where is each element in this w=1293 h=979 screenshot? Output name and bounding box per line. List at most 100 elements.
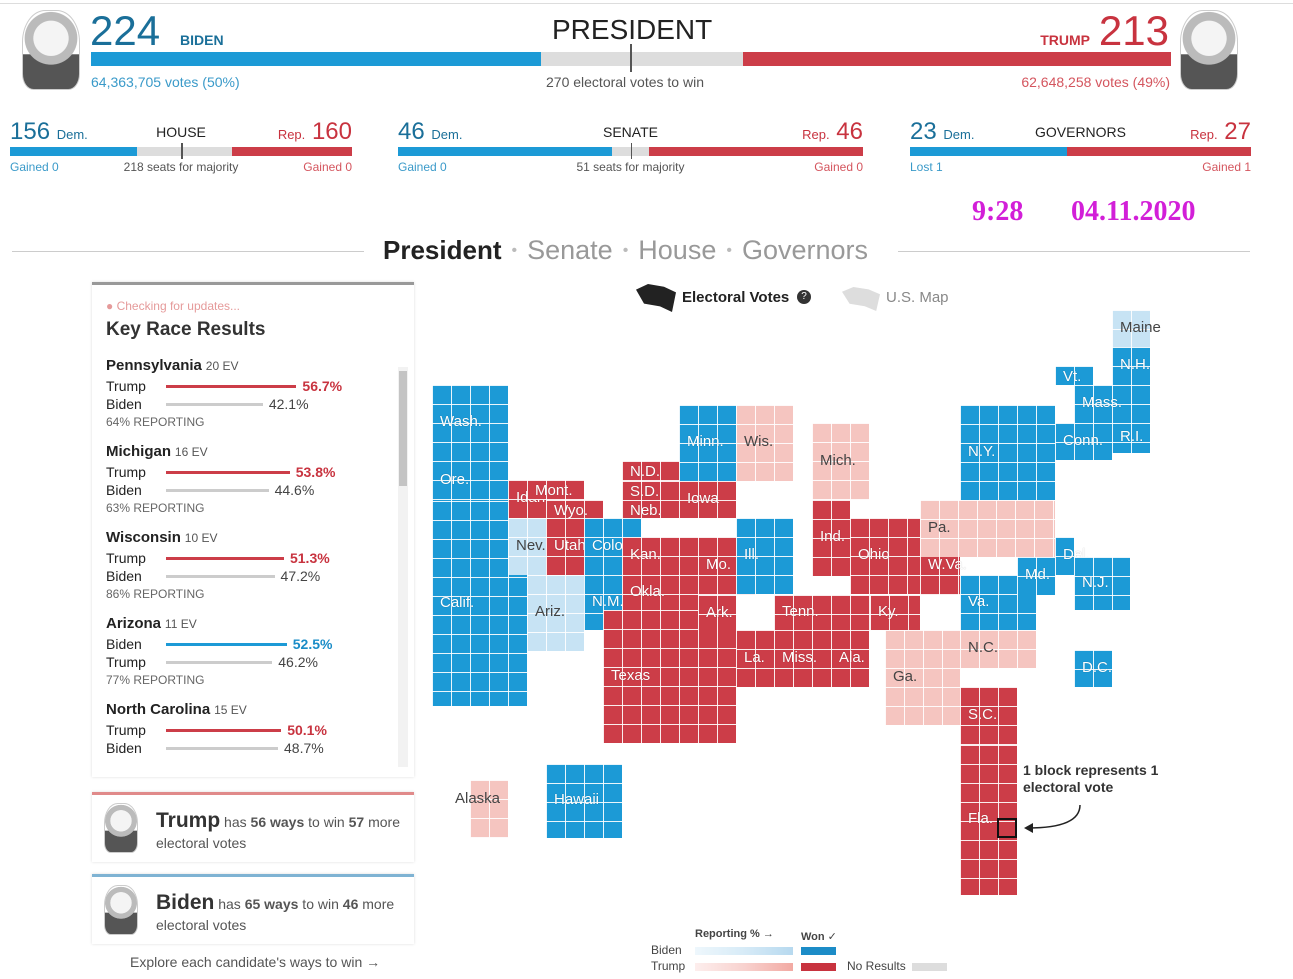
tab-president[interactable]: President (383, 235, 502, 266)
state-label: Tenn. (782, 602, 819, 620)
legend-biden-won (801, 947, 836, 955)
candidate-row: Trump 56.7% (106, 377, 383, 395)
vote-share-bar (166, 574, 275, 578)
legend-biden: Biden (651, 943, 682, 957)
tab-house[interactable]: House (638, 235, 716, 266)
state-label: Alaska (455, 790, 501, 807)
scrollbar-thumb[interactable] (399, 371, 407, 486)
vote-pct: 52.5% (292, 636, 333, 652)
us-map-icon[interactable] (842, 287, 880, 311)
biden-ways-card[interactable]: Biden has 65 ways to win 46 more elector… (92, 874, 414, 944)
text: has (220, 814, 251, 830)
candidate-name: Biden (106, 636, 142, 652)
state-label: Ore. (440, 471, 470, 488)
candidate-name: Biden (106, 396, 142, 412)
race-arizona[interactable]: Arizona 11 EV Biden 52.5% Trump 46.2% 77% REP… (92, 615, 397, 687)
race-list: Pennsylvania 20 EV Trump 56.7% Biden 42.1% 64… (92, 357, 397, 777)
rep-gain: Gained 0 (814, 160, 863, 174)
state-label: S.C. (968, 706, 998, 723)
candidate-row: Biden 52.5% (106, 635, 383, 653)
state-alaska[interactable] (470, 780, 508, 838)
race-tabs: President • Senate • House • Governors (383, 235, 868, 266)
senate-summary: 46 Dem. SENATE Rep. 46 Gained 0 51 seats… (398, 118, 863, 178)
rep-seats: 46 (836, 118, 863, 145)
vote-share-bar (166, 746, 278, 750)
state-label: Minn. (687, 433, 724, 450)
biden-portrait (22, 10, 80, 90)
race-michigan[interactable]: Michigan 16 EV Trump 53.8% Biden 44.6% 63% RE… (92, 443, 397, 515)
legend-trump-reporting (695, 963, 793, 971)
ways-count: 65 ways (244, 896, 299, 912)
panel-title: Key Race Results (106, 319, 266, 340)
candidate-row: Trump 53.8% (106, 463, 383, 481)
race-pennsylvania[interactable]: Pennsylvania 20 EV Trump 56.7% Biden 42.1% 64… (92, 357, 397, 429)
help-icon[interactable]: ? (797, 290, 811, 304)
state-label: Hawaii (554, 791, 600, 808)
vote-pct: 50.1% (287, 722, 327, 738)
candidate-name: Trump (106, 464, 146, 480)
candidate-name: Biden (106, 568, 142, 584)
candidate-row: Trump 50.1% (106, 721, 383, 739)
state-name: Michigan (106, 443, 172, 460)
state-label: Kan. (630, 546, 661, 563)
status-text: Checking for updates... (116, 299, 240, 313)
state-label: Ark. (706, 604, 733, 621)
state-label: Fla. (968, 810, 994, 827)
rep-bar (1066, 147, 1251, 156)
state-label: Nev. (516, 536, 546, 554)
vote-pct: 44.6% (274, 482, 315, 498)
state-label: Wis. (744, 433, 774, 450)
block-note: 1 block represents 1 electoral vote (1023, 762, 1159, 795)
state-label: N.D. (630, 463, 660, 480)
legend-trump: Trump (651, 959, 686, 973)
us-map-toggle[interactable]: U.S. Map (886, 289, 949, 306)
legend-trump-won (801, 963, 836, 971)
vote-pct: 48.7% (284, 740, 324, 756)
state-label: Pa. (928, 518, 951, 536)
state-label: R.I. (1120, 428, 1144, 445)
divider (0, 3, 1293, 4)
rep-count: Rep. 46 (802, 118, 863, 146)
majority-tick (181, 143, 183, 159)
electoral-votes-toggle[interactable]: Electoral Votes (682, 289, 789, 306)
rep-gain: Gained 0 (303, 160, 352, 174)
race-wisconsin[interactable]: Wisconsin 10 EV Trump 51.3% Biden 47.2% 86% R… (92, 529, 397, 601)
state-label: Okla. (630, 582, 666, 600)
state-label: Va. (968, 592, 990, 610)
state-label: Ga. (893, 667, 918, 685)
race-north-carolina[interactable]: North Carolina 15 EV Trump 50.1% Biden 48.7% (92, 701, 397, 757)
state-label: Miss. (782, 648, 817, 666)
state-label: Utah (554, 536, 586, 554)
nav-separator: • (622, 241, 629, 259)
electoral-map-icon[interactable] (636, 284, 676, 312)
president-title: PRESIDENT (552, 14, 713, 45)
candidate-name: Biden (106, 740, 142, 756)
explore-link[interactable]: Explore each candidate's ways to win → (130, 954, 380, 970)
biden-ev: 224 (90, 7, 161, 54)
tab-senate[interactable]: Senate (527, 235, 613, 266)
trump-ways-card[interactable]: Trump has 56 ways to win 57 more elector… (92, 792, 414, 862)
text: has (214, 896, 245, 912)
vote-share-bar (166, 728, 282, 732)
state-label: S.D. (630, 483, 660, 500)
biden-bar (91, 52, 541, 66)
trump-ways-text: Trump has 56 ways to win 57 more elector… (156, 807, 406, 852)
rep-seats: 160 (311, 118, 352, 145)
state-name: Pennsylvania (106, 357, 202, 374)
ev-needed: 57 (348, 814, 365, 830)
trump-portrait (1180, 10, 1238, 90)
vote-share-bar (166, 488, 269, 492)
scrollbar[interactable] (398, 367, 408, 767)
tab-governors[interactable]: Governors (742, 235, 868, 266)
legend-no-results: No Results (847, 959, 906, 973)
vote-share-bar (166, 470, 290, 474)
rep-label: Rep. (1190, 127, 1218, 142)
nav-separator: • (511, 241, 518, 259)
rep-gain: Gained 1 (1202, 160, 1251, 174)
text: to win (298, 896, 343, 912)
state-label: Ariz. (535, 603, 565, 620)
biden-label: BIDEN (180, 32, 224, 48)
legend-no-results-swatch (912, 963, 947, 971)
candidate-row: Biden 48.7% (106, 739, 383, 757)
vote-share-bar (166, 642, 287, 646)
